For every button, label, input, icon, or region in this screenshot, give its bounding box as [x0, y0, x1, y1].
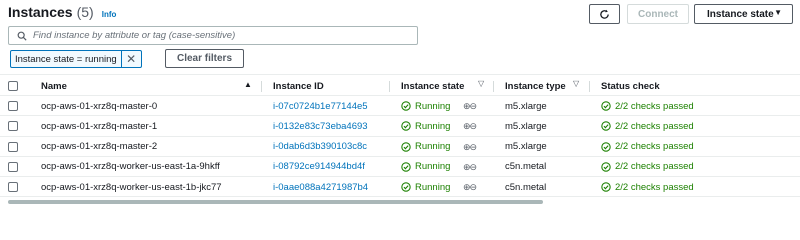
instances-table: Name ▲ Instance ID Instance state ▽ Inst… — [0, 74, 800, 198]
zoom-icon[interactable]: ⊕⊖ — [463, 101, 477, 112]
row-checkbox[interactable] — [8, 182, 18, 193]
select-all-checkbox[interactable] — [8, 81, 18, 91]
instance-state-text: Running — [415, 141, 451, 153]
row-checkbox[interactable] — [8, 121, 18, 132]
instance-type: c5n.metal — [505, 181, 547, 193]
table-row[interactable]: ocp-aws-01-xrz8q-master-1 i-0132e83c73eb… — [0, 116, 800, 137]
instance-id-link[interactable]: i-08792ce914944bd4f — [273, 157, 365, 177]
status-check-text: 2/2 checks passed — [615, 141, 694, 153]
clear-filters-button[interactable]: Clear filters — [165, 49, 244, 68]
table-row[interactable]: ocp-aws-01-xrz8q-master-0 i-07c0724b1e77… — [0, 96, 800, 117]
instance-name: ocp-aws-01-xrz8q-master-2 — [41, 141, 158, 153]
search-icon — [17, 31, 27, 41]
row-checkbox[interactable] — [8, 141, 18, 152]
status-check[interactable]: 2/2 checks passed — [601, 96, 694, 116]
check-circle-icon — [401, 101, 411, 111]
sort-ascending-icon[interactable]: ▲ — [244, 80, 252, 89]
filter-token: Instance state = running ✕ — [10, 50, 142, 68]
search-box[interactable] — [8, 26, 418, 45]
filter-icon[interactable]: ▽ — [573, 79, 579, 88]
check-circle-icon — [401, 182, 411, 192]
instance-id-link[interactable]: i-0132e83c73eba4693 — [273, 116, 368, 136]
instance-state: Running — [401, 137, 450, 157]
instance-id-link[interactable]: i-0dab6d3b390103c8c — [273, 137, 367, 157]
column-divider — [389, 81, 390, 92]
check-circle-icon — [601, 101, 611, 111]
instance-id-link[interactable]: i-0aae088a4271987b4 — [273, 177, 368, 197]
check-circle-icon — [401, 162, 411, 172]
status-check[interactable]: 2/2 checks passed — [601, 177, 694, 197]
column-header-status-check[interactable]: Status check — [601, 75, 660, 97]
column-header-instance-state[interactable]: Instance state — [401, 75, 464, 97]
instance-state-text: Running — [415, 181, 451, 193]
status-check[interactable]: 2/2 checks passed — [601, 157, 694, 177]
status-check-text: 2/2 checks passed — [615, 161, 694, 173]
horizontal-scrollbar[interactable] — [8, 200, 543, 204]
instance-state: Running — [401, 96, 450, 116]
instance-count: (5) — [76, 4, 94, 20]
check-circle-icon — [601, 182, 611, 192]
instance-type: c5n.metal — [505, 161, 547, 173]
instance-state-dropdown[interactable]: Instance state ▼ — [694, 4, 793, 24]
search-input[interactable] — [33, 30, 413, 41]
status-check-text: 2/2 checks passed — [615, 100, 694, 112]
instance-state: Running — [401, 177, 450, 197]
status-check-text: 2/2 checks passed — [615, 120, 694, 132]
instance-type: m5.xlarge — [505, 141, 547, 153]
refresh-icon — [600, 9, 609, 19]
page-title: Instances — [8, 4, 73, 20]
status-check[interactable]: 2/2 checks passed — [601, 116, 694, 136]
zoom-icon[interactable]: ⊕⊖ — [463, 121, 477, 132]
zoom-icon[interactable]: ⊕⊖ — [463, 142, 477, 153]
column-divider — [261, 81, 262, 92]
column-header-name[interactable]: Name — [41, 75, 67, 97]
instance-state: Running — [401, 116, 450, 136]
instance-name: ocp-aws-01-xrz8q-master-0 — [41, 100, 158, 112]
table-row[interactable]: ocp-aws-01-xrz8q-worker-us-east-1a-9hkff… — [0, 157, 800, 178]
instance-state: Running — [401, 157, 450, 177]
row-checkbox[interactable] — [8, 161, 18, 172]
column-header-instance-id[interactable]: Instance ID — [273, 75, 324, 97]
column-divider — [493, 81, 494, 92]
instance-state-text: Running — [415, 120, 451, 132]
instance-type: m5.xlarge — [505, 100, 547, 112]
check-circle-icon — [601, 121, 611, 132]
refresh-button[interactable] — [589, 4, 620, 24]
column-header-instance-type[interactable]: Instance type — [505, 75, 566, 97]
column-divider — [589, 81, 590, 92]
check-circle-icon — [401, 121, 411, 132]
check-circle-icon — [601, 141, 611, 152]
instance-name: ocp-aws-01-xrz8q-worker-us-east-1a-9hkff — [41, 161, 220, 173]
zoom-icon[interactable]: ⊕⊖ — [463, 162, 477, 173]
filter-token-label: Instance state = running — [15, 53, 117, 65]
instance-name: ocp-aws-01-xrz8q-worker-us-east-1b-jkc77 — [41, 181, 222, 193]
check-circle-icon — [401, 141, 411, 152]
instance-state-text: Running — [415, 100, 451, 112]
caret-down-icon: ▼ — [774, 8, 782, 17]
row-checkbox[interactable] — [8, 101, 18, 111]
status-check[interactable]: 2/2 checks passed — [601, 137, 694, 157]
instance-type: m5.xlarge — [505, 120, 547, 132]
close-icon[interactable]: ✕ — [120, 51, 141, 67]
connect-button[interactable]: Connect — [627, 4, 689, 24]
status-check-text: 2/2 checks passed — [615, 181, 694, 193]
instance-state-text: Running — [415, 161, 451, 173]
table-row[interactable]: ocp-aws-01-xrz8q-worker-us-east-1b-jkc77… — [0, 177, 800, 198]
table-header: Name ▲ Instance ID Instance state ▽ Inst… — [0, 74, 800, 96]
table-row[interactable]: ocp-aws-01-xrz8q-master-2 i-0dab6d3b3901… — [0, 137, 800, 157]
info-link[interactable]: Info — [102, 10, 117, 19]
instance-id-link[interactable]: i-07c0724b1e77144e5 — [273, 96, 368, 116]
page-header: Instances (5) Info — [8, 4, 116, 24]
instance-state-label: Instance state — [707, 8, 774, 20]
instance-name: ocp-aws-01-xrz8q-master-1 — [41, 120, 158, 132]
filter-icon[interactable]: ▽ — [478, 79, 484, 88]
zoom-icon[interactable]: ⊕⊖ — [463, 182, 477, 193]
check-circle-icon — [601, 162, 611, 172]
